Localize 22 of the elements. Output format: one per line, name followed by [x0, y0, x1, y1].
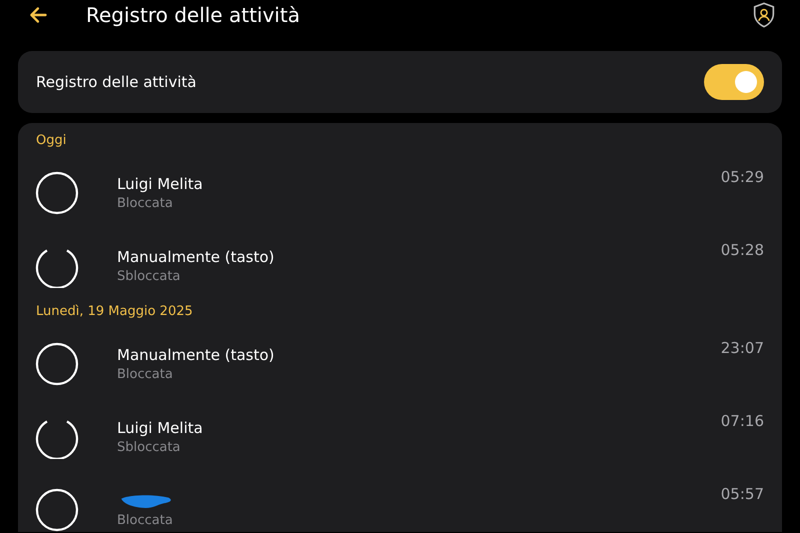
- entry-status: Sbloccata: [117, 440, 182, 454]
- entry-status: Bloccata: [117, 366, 174, 382]
- entry-time: 05:57: [720, 485, 764, 503]
- circle-icon: [35, 170, 79, 214]
- section-heading: Lunedì, 19 Maggio 2025: [36, 304, 194, 319]
- entry-status: Bloccata: [117, 196, 174, 210]
- entry-name: Manualmente (tasto): [117, 248, 276, 266]
- toggle-switch[interactable]: [704, 64, 764, 100]
- entry-name: Luigi Melita: [117, 418, 204, 436]
- entry-time: 05:29: [720, 168, 764, 186]
- section-heading: Oggi: [36, 133, 68, 148]
- entry-status: Sbloccata: [117, 268, 182, 284]
- entry-time: 07:16: [720, 412, 764, 430]
- circle-icon: [35, 342, 79, 386]
- page-title: Registro delle attività: [86, 3, 300, 27]
- entry-time: 05:28: [720, 241, 764, 259]
- circle-icon: [35, 488, 79, 532]
- entry-name: Manualmente (tasto): [117, 346, 276, 364]
- entry-time: 23:07: [720, 339, 764, 357]
- entry-status: Bloccata: [117, 512, 174, 528]
- entry-name: Luigi Melita: [117, 174, 204, 192]
- setting-label: Registro delle attività: [36, 73, 196, 91]
